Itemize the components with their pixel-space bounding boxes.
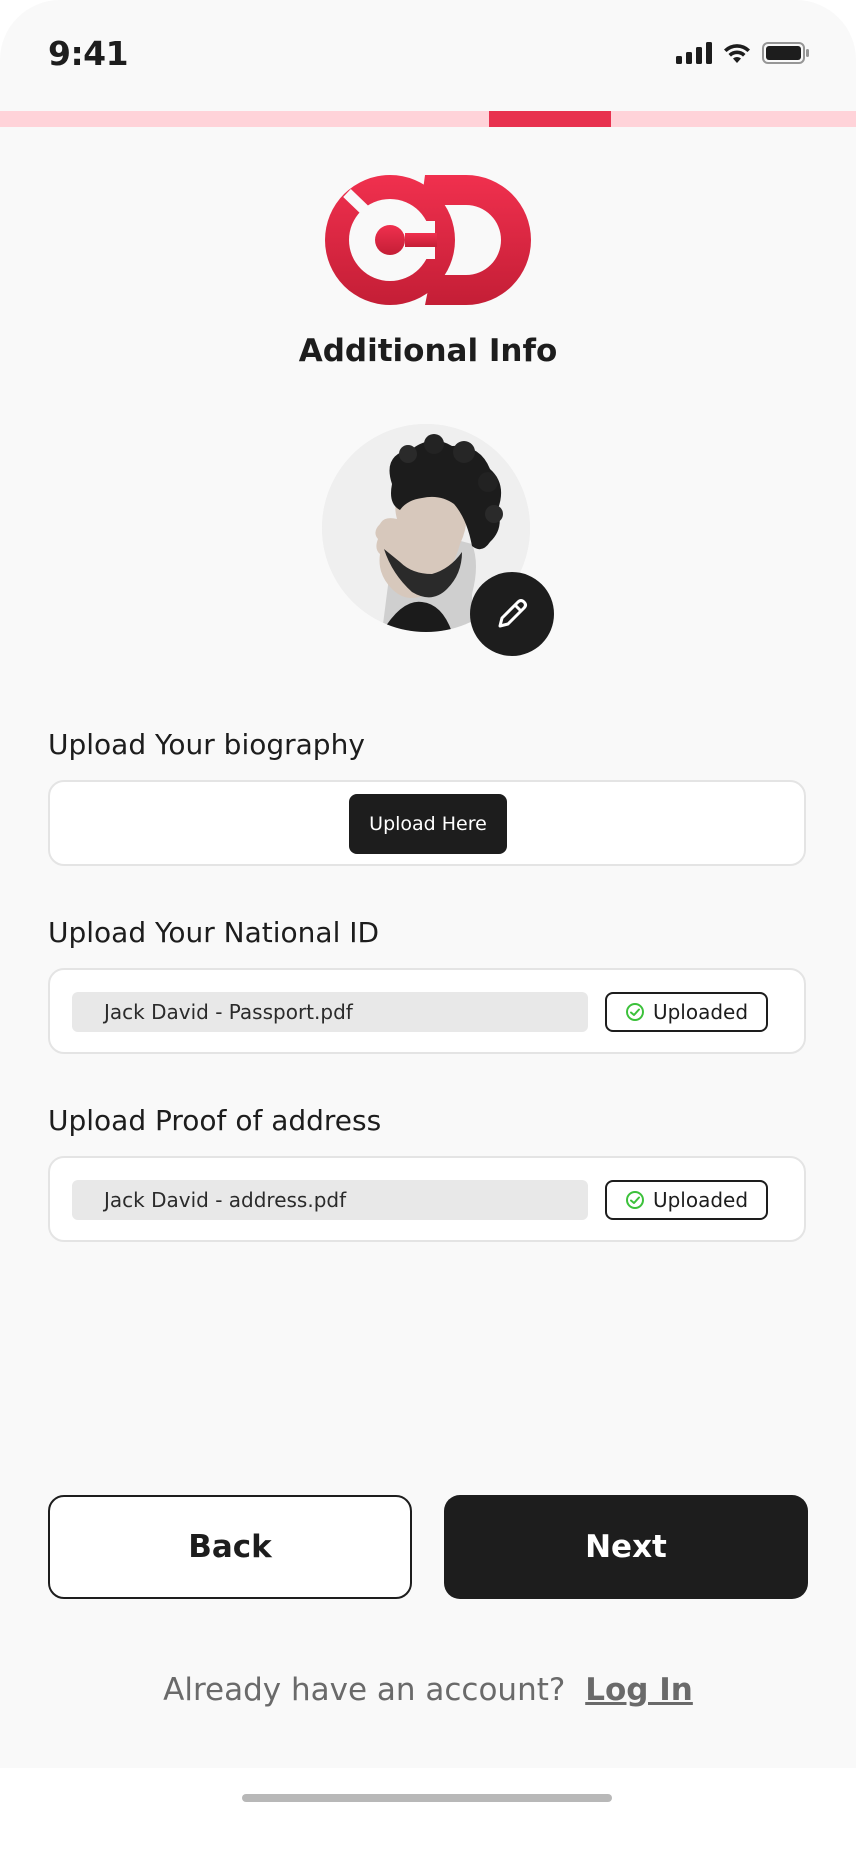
status-label: Uploaded <box>652 1188 749 1212</box>
upload-here-button[interactable]: Upload Here <box>349 794 507 854</box>
battery-icon <box>762 42 809 64</box>
edit-photo-button[interactable] <box>470 572 554 656</box>
status-label: Uploaded <box>652 1000 749 1024</box>
home-indicator[interactable] <box>242 1794 612 1802</box>
national-id-file-name[interactable]: Jack David - Passport.pdf <box>72 992 588 1032</box>
login-link[interactable]: Log In <box>585 1672 693 1708</box>
check-circle-icon <box>625 1003 644 1021</box>
status-time: 9:41 <box>48 34 129 73</box>
login-prompt: Already have an account? Log In <box>0 1672 856 1708</box>
national-id-upload-box: Jack David - Passport.pdf Uploaded <box>48 968 806 1054</box>
check-circle-icon <box>625 1191 644 1209</box>
login-prompt-text: Already have an account? <box>163 1672 566 1708</box>
progress-step-active <box>489 111 611 127</box>
biography-upload-box: Upload Here <box>48 780 806 866</box>
next-button[interactable]: Next <box>444 1495 808 1599</box>
proof-of-address-label: Upload Proof of address <box>48 1104 382 1137</box>
national-id-status-badge: Uploaded <box>605 992 768 1032</box>
page-title: Additional Info <box>298 333 558 369</box>
proof-of-address-upload-box: Jack David - address.pdf Uploaded <box>48 1156 806 1242</box>
brand-logo <box>325 175 531 305</box>
wifi-icon <box>724 44 750 63</box>
pencil-icon <box>498 599 527 628</box>
biography-label: Upload Your biography <box>48 728 365 761</box>
national-id-label: Upload Your National ID <box>48 916 380 949</box>
back-button[interactable]: Back <box>48 1495 412 1599</box>
app-screen: 9:41 Additional Info Upload Your biograp… <box>0 0 856 1768</box>
progress-bar <box>0 111 856 127</box>
proof-of-address-file-name[interactable]: Jack David - address.pdf <box>72 1180 588 1220</box>
proof-of-address-status-badge: Uploaded <box>605 1180 768 1220</box>
status-bar: 9:41 <box>0 0 856 110</box>
status-icons <box>676 42 810 64</box>
signal-icon <box>676 42 712 64</box>
